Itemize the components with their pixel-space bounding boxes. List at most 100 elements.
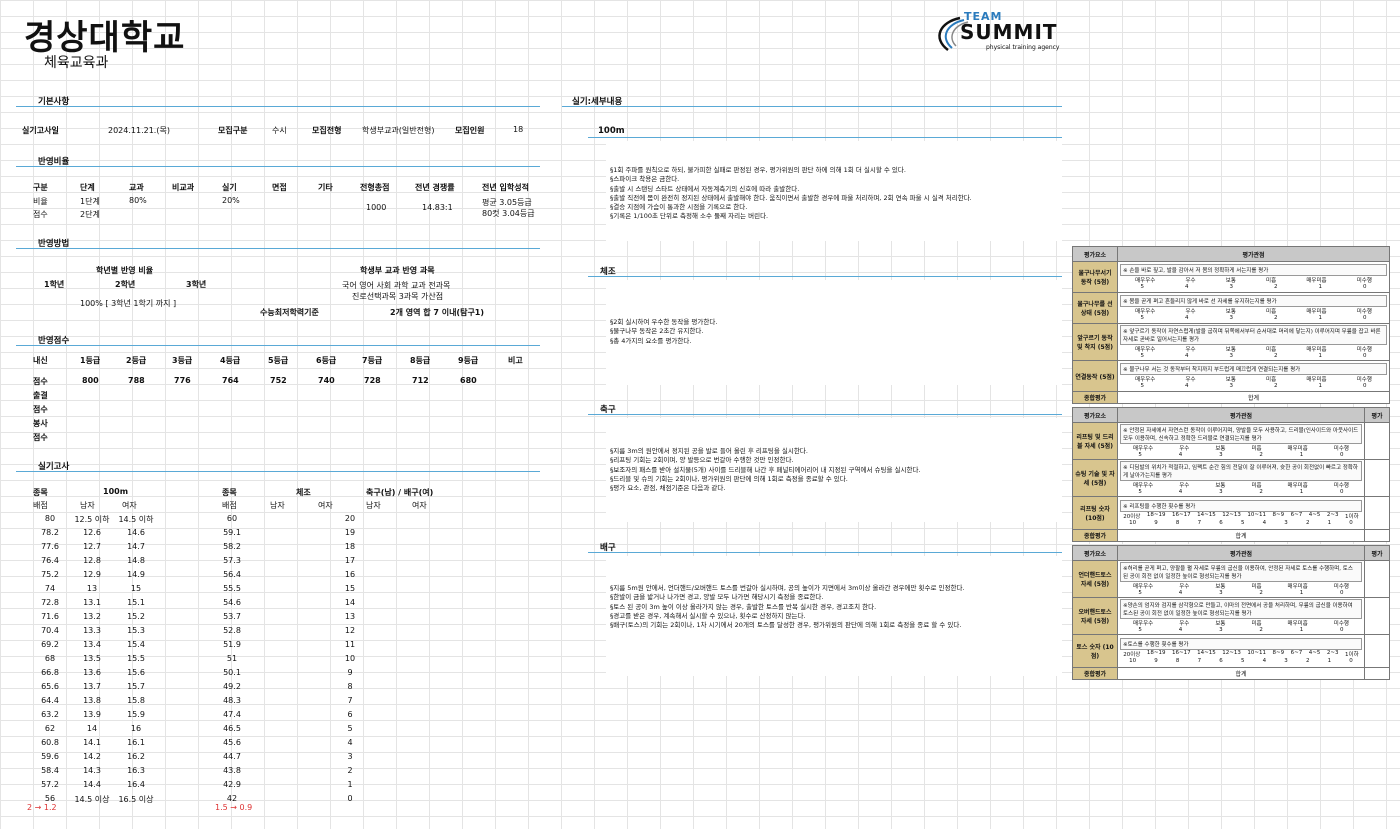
grade-level: 미흡 bbox=[1251, 446, 1262, 452]
practical-cell: 59.6 bbox=[41, 752, 59, 761]
divider bbox=[16, 106, 540, 107]
criteria-text: ※ 안정된 자세에서 자연스런 동작이 이루어지며, 양발을 모두 사용하고, … bbox=[1120, 424, 1362, 444]
practical-cell: 10 bbox=[344, 654, 356, 663]
grade-level: 매우미흡 bbox=[1287, 584, 1308, 590]
count-point: 5 bbox=[1240, 520, 1245, 526]
exam-date-value: 2024.11.21.(목) bbox=[108, 126, 170, 135]
practical-cell: 69.2 bbox=[41, 640, 59, 649]
ratio-header: 기타 bbox=[318, 183, 333, 192]
divider bbox=[16, 166, 540, 167]
score-grade: 비고 bbox=[508, 356, 523, 365]
practical-cell: 49.2 bbox=[223, 682, 241, 691]
divider bbox=[16, 471, 540, 472]
eval-header-viewpoint: 평가관점 bbox=[1117, 407, 1365, 423]
practical-cell: 15.9 bbox=[127, 710, 145, 719]
divider bbox=[16, 248, 540, 249]
eval-header-viewpoint: 평가관점 bbox=[1117, 545, 1365, 561]
male-label-2: 남자 bbox=[270, 501, 285, 510]
practical-cell: 12.5 이하 bbox=[74, 515, 110, 524]
evaluation-table: 평가요소 평가관점 평가 리프팅 및 드리블 자세 (5점) ※ 안정된 자세에서 자연… bbox=[1072, 407, 1390, 542]
ratio-header: 실기 bbox=[222, 183, 237, 192]
count-range: 10~11 bbox=[1247, 650, 1266, 656]
female-label-2: 여자 bbox=[318, 501, 333, 510]
score-point: 788 bbox=[128, 376, 145, 385]
count-range: 1이하 bbox=[1345, 514, 1359, 520]
count-range: 8~9 bbox=[1272, 512, 1285, 518]
practical-cell: 63.2 bbox=[41, 710, 59, 719]
score-point: 752 bbox=[270, 376, 287, 385]
practical-cell: 68 bbox=[44, 654, 56, 663]
team-summit-logo: TEAM SUMMIT physical training agency bbox=[930, 10, 1070, 56]
count-point: 6 bbox=[1219, 520, 1223, 526]
grade-level: 매우우수 bbox=[1135, 347, 1156, 353]
count-range: 2~3 bbox=[1326, 512, 1339, 518]
count-point: 9 bbox=[1154, 520, 1158, 526]
grade-level: 우수 bbox=[1185, 309, 1196, 315]
detail-line: §토스 된 공이 3m 높이 이상 올라가지 않는 경우, 출발한 토스를 반복… bbox=[610, 602, 877, 611]
female-label-3: 여자 bbox=[412, 501, 427, 510]
grade-ratio-value: 100% [ 3학년 1학기 까지 ] bbox=[80, 299, 177, 308]
grade-point: 5 bbox=[1138, 452, 1142, 458]
volunteer-points-label: 점수 bbox=[33, 433, 48, 442]
grade-level: 미흡 bbox=[1266, 377, 1277, 383]
total-score: 1000 bbox=[366, 203, 387, 212]
practical-cell: 13.6 bbox=[83, 668, 101, 677]
ratio-practical: 20% bbox=[222, 196, 240, 205]
count-range: 14~15 bbox=[1197, 512, 1216, 518]
eval-element-name: 토스 숫자 (10점) bbox=[1072, 634, 1118, 668]
grade-level: 미흡 bbox=[1251, 584, 1262, 590]
practical-cell: 60 bbox=[226, 514, 238, 523]
grade-point: 0 bbox=[1363, 383, 1367, 389]
count-point: 3 bbox=[1284, 658, 1288, 664]
logo-summit: SUMMIT bbox=[960, 20, 1058, 44]
practical-cell: 57.2 bbox=[41, 780, 59, 789]
practical-cell: 43.8 bbox=[223, 766, 241, 775]
count-range: 8~9 bbox=[1272, 650, 1285, 656]
grade-point: 4 bbox=[1178, 627, 1183, 633]
eval-criteria-cell: ※ 리프팅을 수행한 횟수를 평가 20이상 18~19 16~17 14~15 12~1… bbox=[1117, 496, 1365, 530]
practical-cell: 77.6 bbox=[41, 542, 59, 551]
count-range: 12~13 bbox=[1222, 650, 1241, 656]
count-point: 1 bbox=[1327, 520, 1332, 526]
count-scale: 20이상 18~19 16~17 14~15 12~13 10~11 8~9 6~7 4~5 2~… bbox=[1120, 512, 1362, 520]
csat-min-value: 2개 영역 합 7 이내(탐구1) bbox=[390, 308, 485, 317]
eval-score-cell bbox=[1364, 667, 1390, 680]
practical-cell: 15.5 bbox=[127, 654, 145, 663]
practical-cell: 13 bbox=[344, 612, 356, 621]
score-grade: 6등급 bbox=[316, 356, 337, 365]
count-range: 14~15 bbox=[1197, 650, 1216, 656]
grade-level: 우수 bbox=[1179, 483, 1190, 489]
eval-score-cell bbox=[1364, 496, 1390, 530]
grade-point: 4 bbox=[1178, 452, 1183, 458]
grade-scale: 매우우수 우수 보통 미흡 매우미흡 미수행 bbox=[1120, 345, 1387, 353]
eval-sum: 합계 bbox=[1117, 529, 1365, 542]
quota-label: 모집인원 bbox=[455, 126, 485, 135]
practical-cell: 72.8 bbox=[41, 598, 59, 607]
practical-cell: 13.8 bbox=[83, 696, 101, 705]
count-scale: 20이상 18~19 16~17 14~15 12~13 10~11 8~9 6~7 4~5 2~… bbox=[1120, 650, 1362, 658]
eval-criteria-cell: ※양손의 엄지와 검지를 삼각형으로 만들고, 이마의 전면에서 공을 처리하며… bbox=[1117, 597, 1365, 635]
practical-cell: 13 bbox=[86, 584, 98, 593]
grade-point: 0 bbox=[1340, 489, 1344, 495]
grade-level: 보통 bbox=[1215, 446, 1226, 452]
practical-cell: 76.4 bbox=[41, 556, 59, 565]
evaluation-table: 평가요소 평가관점 평가 언더핸드토스 자세 (5점) ※허리를 곧게 펴고, 양팔을 … bbox=[1072, 545, 1390, 680]
grade-points: 5 4 3 2 1 0 bbox=[1120, 284, 1387, 290]
department-subtitle: 체육교육과 bbox=[44, 55, 109, 71]
grade-1: 1학년 bbox=[44, 280, 65, 289]
score-grade: 3등급 bbox=[172, 356, 193, 365]
score-point: 764 bbox=[222, 376, 239, 385]
note-gymnastics: 1.5 → 0.9 bbox=[215, 803, 253, 812]
count-range: 16~17 bbox=[1172, 650, 1191, 656]
detail-line: §리프팅 기회는 2회이며, 양 발등으로 번갈아 수행한 것만 인정한다. bbox=[610, 456, 794, 465]
practical-cell: 56 bbox=[44, 794, 56, 803]
count-point: 8 bbox=[1175, 520, 1180, 526]
practical-cell: 15 bbox=[130, 584, 142, 593]
grade-level: 미흡 bbox=[1266, 309, 1277, 315]
grade-point: 4 bbox=[1185, 353, 1189, 359]
attendance-label: 출결 bbox=[33, 391, 48, 400]
eval-score-cell bbox=[1364, 459, 1390, 497]
grade-level: 미수행 bbox=[1356, 347, 1372, 353]
grade-point: 3 bbox=[1219, 627, 1223, 633]
count-point: 1 bbox=[1327, 658, 1332, 664]
